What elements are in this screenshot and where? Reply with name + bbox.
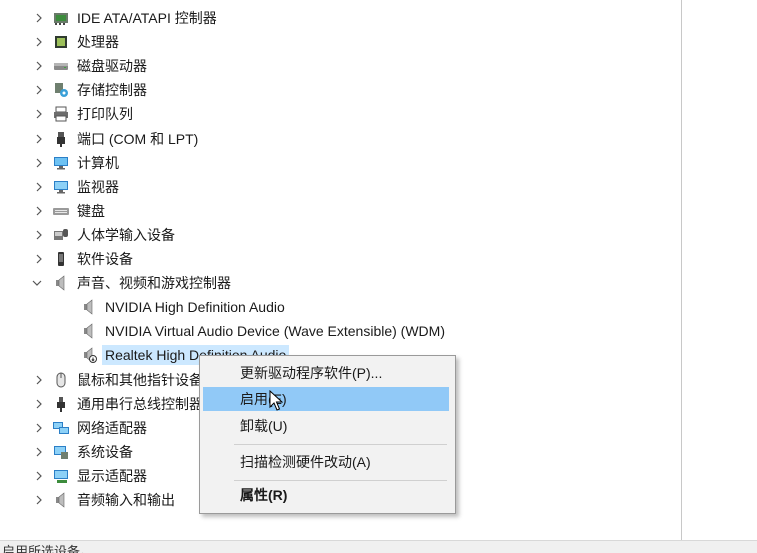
tree-item-label: NVIDIA High Definition Audio	[105, 299, 285, 316]
category-item-disk-drive[interactable]: 磁盘驱动器	[0, 54, 680, 78]
tree-item-label: 声音、视频和游戏控制器	[77, 275, 231, 292]
menu-item-label: 卸载(U)	[240, 418, 288, 434]
chevron-right-icon[interactable]	[33, 133, 45, 145]
chevron-right-icon[interactable]	[33, 108, 45, 120]
tree-item-label: 计算机	[77, 154, 119, 171]
tree-item-label: 处理器	[77, 34, 119, 51]
status-text: 启用所选设备。	[2, 544, 94, 553]
tree-item-label: 打印队列	[77, 106, 133, 123]
menu-item-label: 属性(R)	[240, 487, 288, 503]
category-item-ide-controller[interactable]: IDE ATA/ATAPI 控制器	[0, 6, 680, 30]
device-item-speaker[interactable]: NVIDIA Virtual Audio Device (Wave Extens…	[0, 319, 680, 343]
category-item-printer[interactable]: 打印队列	[0, 102, 680, 126]
category-item-hid[interactable]: 人体学输入设备	[0, 223, 680, 247]
tree-item-label: IDE ATA/ATAPI 控制器	[77, 10, 217, 26]
category-item-port[interactable]: 端口 (COM 和 LPT)	[0, 127, 680, 151]
processor-icon	[52, 33, 70, 51]
computer-icon	[52, 154, 70, 172]
device-item-speaker[interactable]: NVIDIA High Definition Audio	[0, 295, 680, 319]
tree-item-label: 键盘	[77, 202, 105, 219]
hid-icon	[52, 226, 70, 244]
tree-item-label: 鼠标和其他指针设备	[77, 371, 203, 388]
menu-item-update-driver[interactable]: 更新驱动程序软件(P)...	[203, 361, 449, 385]
port-icon	[52, 130, 70, 148]
chevron-right-icon[interactable]	[33, 60, 45, 72]
category-item-keyboard[interactable]: 键盘	[0, 199, 680, 223]
speaker-icon	[52, 274, 70, 292]
tree-item-label: 存储控制器	[77, 82, 147, 99]
speaker-icon	[80, 322, 98, 340]
monitor-icon	[52, 178, 70, 196]
category-item-computer[interactable]: 计算机	[0, 151, 680, 175]
context-menu: 更新驱动程序软件(P)... 启用(E) 卸载(U) 扫描检测硬件改动(A) 属…	[199, 355, 456, 514]
tree-item-label: 系统设备	[77, 443, 133, 460]
category-item-processor[interactable]: 处理器	[0, 30, 680, 54]
tree-item-label: NVIDIA Virtual Audio Device (Wave Extens…	[105, 323, 445, 340]
category-item-storage-controller[interactable]: 存储控制器	[0, 78, 680, 102]
window-border	[681, 0, 682, 540]
chevron-right-icon[interactable]	[33, 446, 45, 458]
chevron-right-icon[interactable]	[33, 398, 45, 410]
tree-item-label: 网络适配器	[77, 419, 147, 436]
chevron-right-icon[interactable]	[33, 205, 45, 217]
menu-separator	[234, 480, 447, 481]
keyboard-icon	[52, 202, 70, 220]
chevron-right-icon[interactable]	[33, 181, 45, 193]
printer-icon	[52, 105, 70, 123]
category-item-monitor[interactable]: 监视器	[0, 175, 680, 199]
chevron-right-icon[interactable]	[33, 36, 45, 48]
menu-item-label: 扫描检测硬件改动(A)	[240, 454, 371, 470]
chevron-down-icon[interactable]	[31, 277, 43, 289]
tree-item-label: 软件设备	[77, 251, 133, 267]
tree-item-label: 音频输入和输出	[77, 492, 175, 508]
menu-item-label: 更新驱动程序软件(P)...	[240, 365, 383, 381]
chevron-right-icon[interactable]	[33, 84, 45, 96]
system-device-icon	[52, 443, 70, 461]
ide-controller-icon	[52, 9, 70, 27]
mouse-icon	[52, 371, 70, 389]
menu-item-uninstall[interactable]: 卸载(U)	[203, 414, 449, 438]
chevron-right-icon[interactable]	[33, 494, 45, 506]
mouse-cursor-icon	[269, 390, 283, 411]
menu-item-enable[interactable]: 启用(E)	[203, 387, 449, 411]
category-item-speaker[interactable]: 声音、视频和游戏控制器	[0, 271, 680, 295]
chevron-right-icon[interactable]	[33, 374, 45, 386]
usb-icon	[52, 395, 70, 413]
tree-item-label: 监视器	[77, 178, 119, 195]
network-adapter-icon	[52, 419, 70, 437]
speaker-icon	[80, 298, 98, 316]
storage-controller-icon	[52, 81, 70, 99]
disk-drive-icon	[52, 57, 70, 75]
software-device-icon	[52, 250, 70, 268]
chevron-right-icon[interactable]	[33, 253, 45, 265]
display-adapter-icon	[52, 467, 70, 485]
audio-io-icon	[52, 491, 70, 509]
tree-item-label: 人体学输入设备	[77, 226, 175, 243]
chevron-right-icon[interactable]	[33, 422, 45, 434]
chevron-right-icon[interactable]	[33, 229, 45, 241]
chevron-right-icon[interactable]	[33, 12, 45, 24]
status-bar: 启用所选设备。	[0, 541, 757, 553]
speaker-disabled-icon	[80, 346, 98, 364]
tree-item-label: 显示适配器	[77, 467, 147, 484]
menu-item-properties[interactable]: 属性(R)	[203, 483, 449, 507]
category-item-software-device[interactable]: 软件设备	[0, 247, 680, 271]
tree-item-label: 磁盘驱动器	[77, 58, 147, 75]
menu-separator	[234, 444, 447, 445]
tree-item-label: 通用串行总线控制器	[77, 395, 203, 412]
chevron-right-icon[interactable]	[33, 470, 45, 482]
tree-item-label: 端口 (COM 和 LPT)	[77, 130, 199, 147]
menu-item-scan-hardware[interactable]: 扫描检测硬件改动(A)	[203, 450, 449, 474]
chevron-right-icon[interactable]	[33, 157, 45, 169]
